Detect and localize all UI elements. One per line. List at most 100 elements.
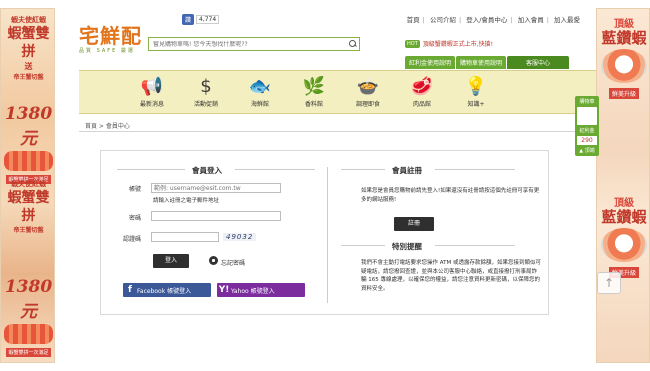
hot-news[interactable]: HOT 頂級蟹鑽蝦正式上市,快搶!: [405, 39, 493, 48]
password-field[interactable]: [151, 211, 281, 221]
main-content: 讚 4,774 首頁 | 公司介紹 | 登入/會員中心 | 加入會員 | 加入最愛 宅鮮…: [55, 0, 596, 371]
top-link-join[interactable]: 加入會員: [518, 16, 544, 24]
promo-tag: 鮮美升級: [608, 88, 639, 99]
captcha-field[interactable]: [151, 232, 219, 242]
divider: [435, 169, 515, 170]
promo-tag: 蝦蟹雙拼一次滿足: [6, 348, 51, 357]
promo-gift: 帝王蟹切盤: [13, 227, 44, 234]
search-input[interactable]: [149, 40, 347, 48]
register-description: 如果您是會員您購物前請先登入!如果還沒有註冊請按這個先註冊可享有更多的網站服務!: [361, 188, 540, 203]
category-nav: 📢 最新消息 $ 活動促銷 🐟 海鮮館 🌿 香料館 🍲 調理即食 🥩 肉品館 💡…: [79, 70, 596, 114]
top-link-favorite[interactable]: 加入最愛: [554, 16, 580, 24]
divider: [235, 169, 315, 170]
separator: |: [510, 16, 513, 24]
promo-title: 蝦蟹雙拼: [7, 190, 50, 224]
facebook-login-button[interactable]: f Facebook 帳號登入: [123, 283, 211, 297]
notice-description: 我們不會主動打電話要求您操作 ATM 或透露存款餘額，如果您接到類似可疑電話，請…: [361, 260, 541, 292]
separator: |: [422, 16, 425, 24]
left-promo-banner[interactable]: 蝦夫使紅蝦 蝦蟹雙拼 送 帝王蟹切盤 1380元 蝦蟹雙拼一次滿足 蝦夫使紅蝦 …: [0, 8, 55, 363]
meat-icon: 🥩: [410, 75, 434, 97]
facebook-like-widget[interactable]: 讚 4,774: [182, 14, 220, 25]
hot-badge: HOT: [405, 39, 420, 48]
dollar-icon: $: [200, 75, 212, 97]
yahoo-icon: Y!: [218, 285, 230, 295]
top-link-home[interactable]: 首頁: [407, 16, 420, 24]
register-title: 會員註冊: [392, 166, 422, 175]
separator: |: [458, 16, 462, 24]
login-button[interactable]: 登入: [153, 254, 189, 268]
category-ready-meal[interactable]: 🍲 調理即食: [341, 71, 395, 113]
category-spice[interactable]: 🌿 香料館: [287, 71, 341, 113]
lock-icon: [209, 256, 218, 265]
fish-icon: 🐟: [248, 75, 272, 97]
bulb-icon: 💡: [464, 75, 488, 97]
divider: [117, 169, 185, 170]
promo-line: 蝦夫使紅蝦: [11, 15, 46, 24]
category-meat[interactable]: 🥩 肉品館: [395, 71, 449, 113]
pot-icon: 🍲: [356, 75, 380, 97]
category-label: 調理即食: [355, 101, 380, 108]
shrimp-plate-image: [601, 49, 647, 83]
facebook-icon: f: [128, 285, 132, 295]
scroll-to-top-button[interactable]: ↑: [597, 272, 621, 294]
login-title: 會員登入: [192, 166, 222, 175]
promo-gift: 帝王蟹切盤: [13, 74, 44, 81]
category-label: 最新消息: [139, 101, 164, 108]
divider: [435, 245, 515, 246]
tab-customer-service[interactable]: 客服中心: [507, 56, 569, 69]
right-promo-banner[interactable]: 頂級 藍鑽蝦 鮮美升級 頂級 藍鑽蝦 鮮美升級: [596, 8, 650, 363]
promo-line: 蝦夫使紅蝦: [11, 179, 46, 188]
breadcrumb[interactable]: 首頁 > 會員中心: [85, 121, 130, 130]
arrow-up-icon: ↑: [603, 276, 615, 290]
category-label: 知識+: [467, 101, 485, 108]
logo-tagline: 品質 SAFE 嚴選: [79, 48, 135, 54]
account-field[interactable]: [151, 183, 281, 193]
notice-title: 特別提醒: [392, 242, 422, 251]
top-links: 首頁 | 公司介紹 | 登入/會員中心 | 加入會員 | 加入最愛: [407, 14, 580, 24]
password-label: 密碼: [129, 215, 142, 222]
fb-like-button[interactable]: 讚: [182, 14, 195, 25]
captcha-image: 49032: [223, 233, 257, 241]
promo-price: 1380元: [4, 277, 53, 322]
herb-icon: 🌿: [302, 75, 326, 97]
captcha-label: 認證碼: [123, 236, 142, 243]
megaphone-icon: 📢: [140, 75, 164, 97]
fb-like-count: 4,774: [196, 15, 220, 24]
member-panel: 會員登入 帳號 請輸入註冊之電子郵件地址 密碼 認證碼 49032 登入 忘記密…: [100, 150, 549, 315]
site-logo[interactable]: 宅鮮配 品質 SAFE 嚴選: [79, 20, 159, 60]
category-label: 肉品館: [412, 101, 431, 108]
promo-crown: 頂級: [614, 198, 634, 209]
category-label: 香料館: [304, 101, 323, 108]
top-link-about[interactable]: 公司介紹: [430, 16, 456, 24]
search-bar: [148, 37, 360, 51]
account-hint: 請輸入註冊之電子郵件地址: [153, 198, 220, 204]
vertical-divider: [327, 167, 328, 303]
hot-text[interactable]: 頂級蟹鑽蝦正式上市,快搶!: [423, 39, 493, 48]
register-button[interactable]: 註冊: [394, 217, 434, 231]
floating-side-panel: 購物車 紅利金 290 ▲ 頂端: [575, 96, 599, 156]
bonus-label[interactable]: 紅利金: [576, 127, 598, 134]
category-news[interactable]: 📢 最新消息: [125, 71, 179, 113]
shrimp-plate-image: [601, 228, 647, 262]
promo-price: 1380元: [4, 104, 53, 149]
tab-cart-guide[interactable]: 購物車使用說明: [456, 56, 506, 69]
forgot-password-link[interactable]: 忘記密碼: [221, 258, 245, 267]
tab-bonus-guide[interactable]: 紅利金使用說明: [405, 56, 455, 69]
shrimp-image: [4, 151, 53, 171]
category-seafood[interactable]: 🐟 海鮮館: [233, 71, 287, 113]
yahoo-login-button[interactable]: Y! Yahoo 帳號登入: [217, 283, 305, 297]
promo-title: 蝦蟹雙拼: [7, 26, 50, 60]
back-to-top-link[interactable]: ▲ 頂端: [576, 147, 598, 154]
divider: [79, 131, 596, 132]
bonus-count: 290: [577, 136, 597, 145]
search-icon[interactable]: [347, 38, 359, 50]
category-label: 活動促銷: [193, 101, 218, 108]
account-label: 帳號: [129, 186, 142, 193]
cart-thumbnail[interactable]: [577, 107, 597, 125]
top-link-login[interactable]: 登入/會員中心: [466, 16, 507, 24]
cart-label[interactable]: 購物車: [576, 98, 598, 105]
promo-title: 藍鑽蝦: [601, 29, 647, 47]
category-promo[interactable]: $ 活動促銷: [179, 71, 233, 113]
category-knowledge[interactable]: 💡 知識+: [449, 71, 503, 113]
info-tabs: 紅利金使用說明 購物車使用說明 客服中心: [405, 56, 570, 69]
